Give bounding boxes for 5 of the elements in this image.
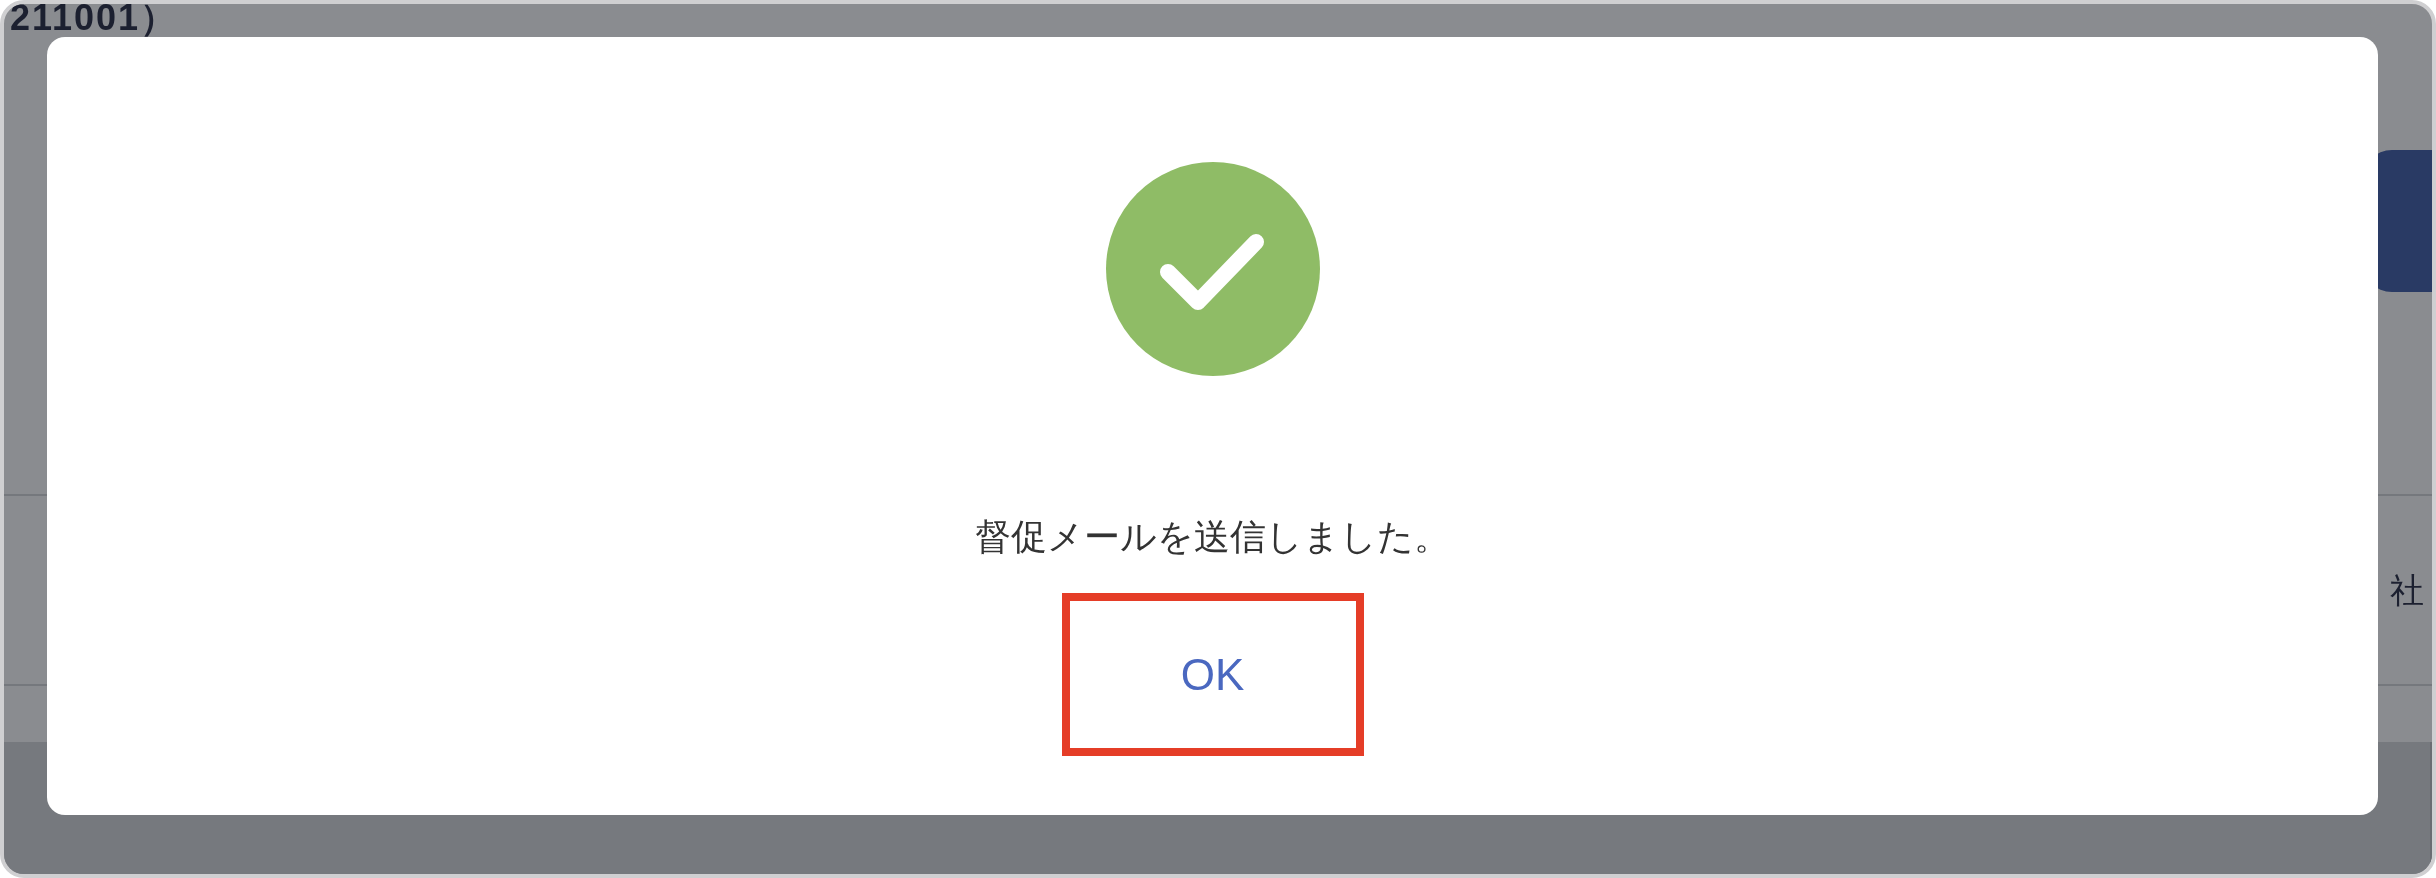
page-title: 211001） [10,4,179,36]
dialog-message: 督促メールを送信しました。 [975,515,1450,559]
checkmark-icon [1105,162,1320,376]
ok-button[interactable]: OK [1061,593,1364,756]
table-cell-text: 社 [2390,569,2424,612]
